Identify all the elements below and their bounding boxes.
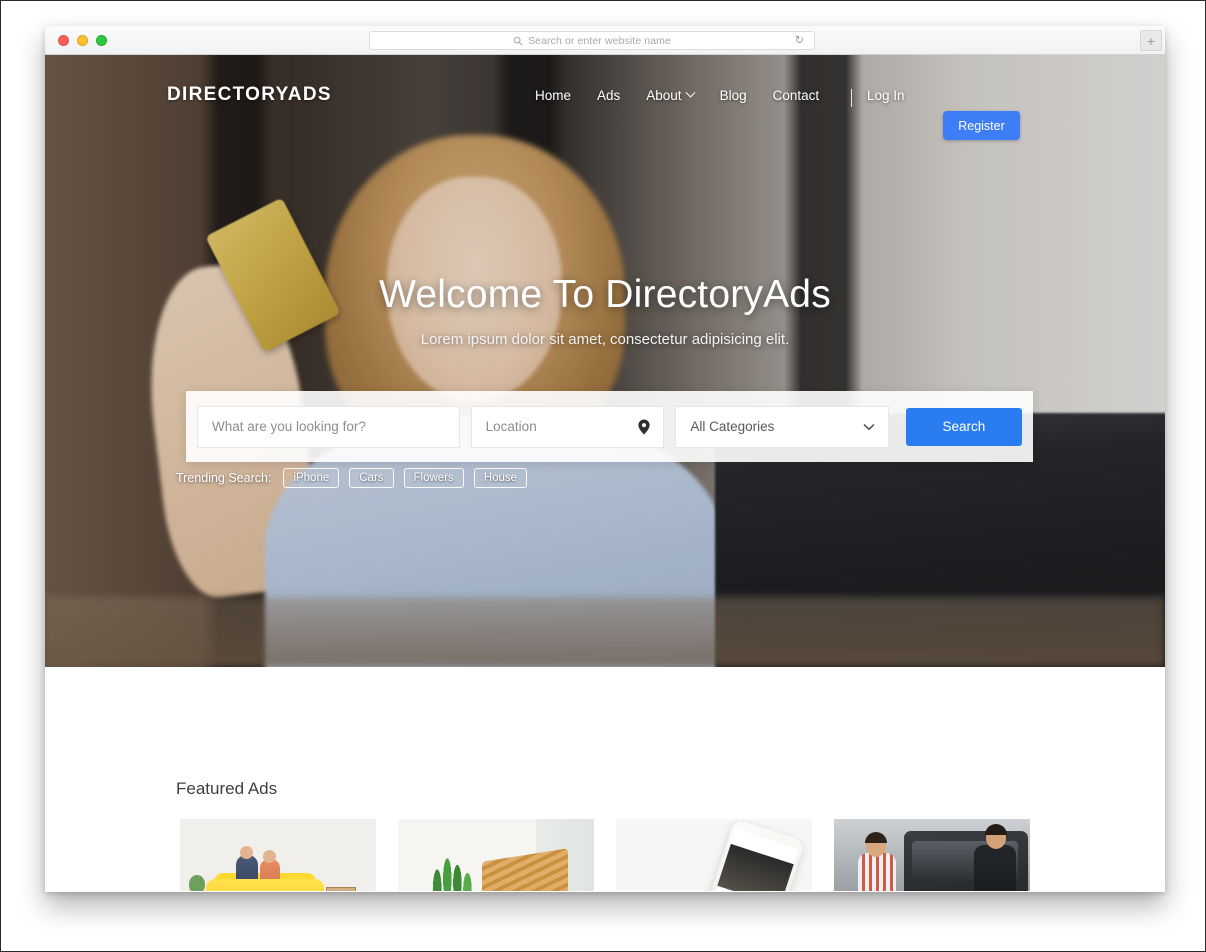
ad-card-car-dealership-handshake[interactable] — [834, 819, 1030, 891]
reload-icon[interactable]: ↻ — [795, 35, 804, 46]
nav-item-label: About — [646, 87, 682, 103]
nav-item-label: Home — [535, 87, 572, 103]
nav-item-label: Ads — [597, 87, 621, 103]
address-bar[interactable]: Search or enter website name ↻ — [369, 31, 815, 50]
nav-item-label: Blog — [719, 87, 747, 103]
ad-card-plant-wooden-chair[interactable] — [398, 819, 594, 891]
trending-chip-house[interactable]: House — [473, 468, 528, 488]
featured-ads-heading: Featured Ads — [176, 779, 278, 798]
search-keyword-input[interactable]: What are you looking for? — [197, 405, 460, 448]
chevron-down-icon — [685, 87, 696, 98]
hero-copy: Welcome To DirectoryAds Lorem ipsum dolo… — [45, 273, 1165, 348]
ad-thumbnail — [398, 819, 594, 891]
person-shape — [974, 845, 1016, 891]
login-link[interactable]: Log In — [867, 88, 905, 103]
nav-item-about[interactable]: About — [646, 87, 696, 103]
head-shape — [263, 850, 276, 863]
hero-search-panel: What are you looking for? Location All C… — [186, 391, 1033, 462]
plant-leaves — [426, 847, 482, 891]
nav-item-contact[interactable]: Contact — [773, 88, 820, 103]
trending-search-label: Trending Search: — [176, 471, 272, 485]
ad-card-smartphone-listing[interactable] — [616, 819, 812, 891]
person-shape — [858, 853, 896, 891]
plant-shape — [189, 875, 205, 891]
search-location-input[interactable]: Location — [470, 405, 665, 448]
close-button[interactable] — [58, 34, 69, 46]
hero-section: DIRECTORYADS Home Ads About Blog Contact… — [45, 55, 1165, 667]
featured-ads-section: Featured Ads — [45, 667, 1165, 891]
cardboard-box — [326, 887, 356, 891]
nav-item-blog[interactable]: Blog — [720, 88, 747, 103]
ad-card-moving-couple-sofa[interactable] — [180, 819, 376, 891]
phone-screen — [701, 828, 799, 891]
search-submit-button[interactable]: Search — [905, 407, 1022, 446]
window-controls — [45, 34, 107, 46]
site-navbar: DIRECTORYADS Home Ads About Blog Contact… — [45, 55, 1165, 140]
hero-title: Welcome To DirectoryAds — [379, 273, 831, 316]
hero-subtitle: Lorem ipsum dolor sit amet, consectetur … — [420, 331, 790, 348]
browser-toolbar: Search or enter website name ↻ + — [45, 26, 1165, 55]
minimize-button[interactable] — [77, 34, 88, 46]
address-placeholder: Search or enter website name — [528, 34, 671, 47]
browser-window: Search or enter website name ↻ + DIRECTO… — [45, 26, 1165, 892]
search-location-placeholder: Location — [485, 419, 537, 434]
nav-divider — [851, 89, 852, 107]
trending-chip-cars[interactable]: Cars — [349, 468, 394, 488]
trending-chip-flowers[interactable]: Flowers — [403, 468, 464, 488]
trending-chip-iphone[interactable]: iPhone — [283, 468, 340, 488]
register-button[interactable]: Register — [943, 111, 1020, 140]
search-icon — [513, 36, 523, 45]
page-viewport: DIRECTORYADS Home Ads About Blog Contact… — [45, 55, 1165, 891]
page-frame: Search or enter website name ↻ + DIRECTO… — [0, 0, 1206, 952]
yellow-sofa — [206, 879, 324, 891]
map-pin-icon — [638, 419, 650, 434]
hair-shape — [865, 832, 887, 843]
nav-item-home[interactable]: Home — [535, 88, 571, 103]
chevron-down-icon — [863, 423, 875, 431]
screen-photo — [717, 843, 794, 891]
nav-item-ads[interactable]: Ads — [597, 88, 620, 103]
trending-search-row: Trending Search: iPhone Cars Flowers Hou… — [176, 468, 528, 488]
ad-thumbnail — [834, 819, 1030, 891]
wooden-lounge-chair — [482, 848, 568, 891]
nav-item-label: Contact — [772, 87, 820, 103]
address-bar-content: Search or enter website name — [513, 35, 671, 47]
search-category-select[interactable]: All Categories — [675, 405, 889, 448]
brand-logo[interactable]: DIRECTORYADS — [167, 84, 332, 106]
smartphone-shape — [692, 819, 806, 891]
new-tab-button[interactable]: + — [1140, 30, 1162, 51]
ad-thumbnail — [180, 819, 376, 891]
ad-thumbnail — [616, 819, 812, 891]
zoom-button[interactable] — [96, 34, 107, 46]
head-shape — [240, 846, 253, 859]
featured-ads-grid — [180, 819, 1030, 891]
hero-overlay — [45, 55, 1165, 667]
search-category-value: All Categories — [690, 419, 775, 434]
hair-shape — [985, 824, 1007, 835]
nav-menu: Home Ads About Blog Contact — [535, 87, 820, 103]
